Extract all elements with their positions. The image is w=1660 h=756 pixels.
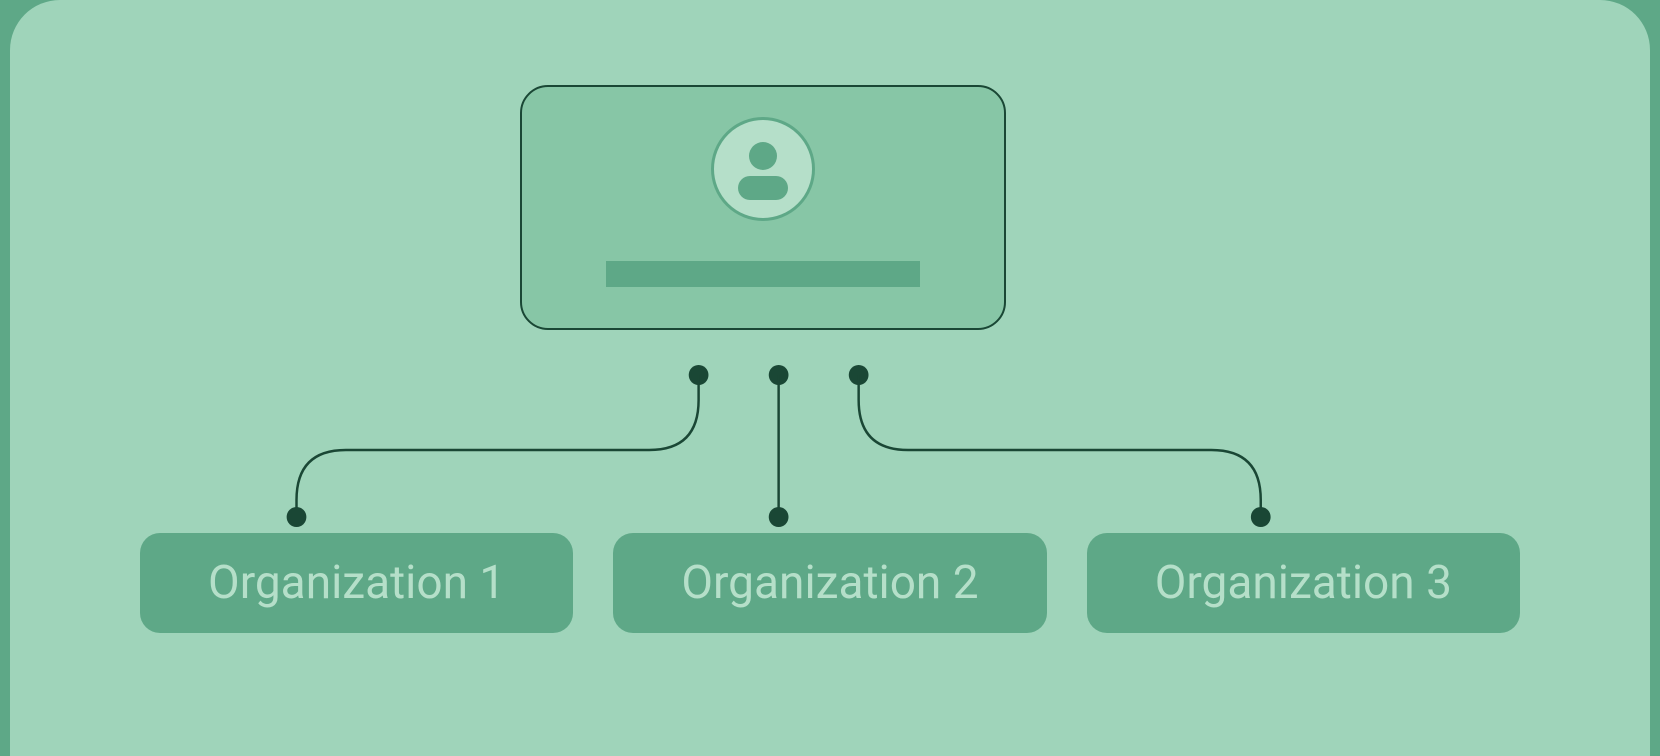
user-card [520, 85, 1006, 330]
org-label: Organization 3 [1155, 556, 1452, 610]
diagram-panel: Organization 1 Organization 2 Organizati… [10, 0, 1650, 756]
user-label-placeholder [606, 261, 920, 287]
organization-1: Organization 1 [140, 533, 573, 633]
organizations-row: Organization 1 Organization 2 Organizati… [10, 533, 1650, 633]
org-label: Organization 2 [681, 556, 978, 610]
org-label: Organization 1 [208, 556, 505, 610]
organization-3: Organization 3 [1087, 533, 1520, 633]
person-icon [711, 117, 815, 221]
organization-2: Organization 2 [613, 533, 1046, 633]
